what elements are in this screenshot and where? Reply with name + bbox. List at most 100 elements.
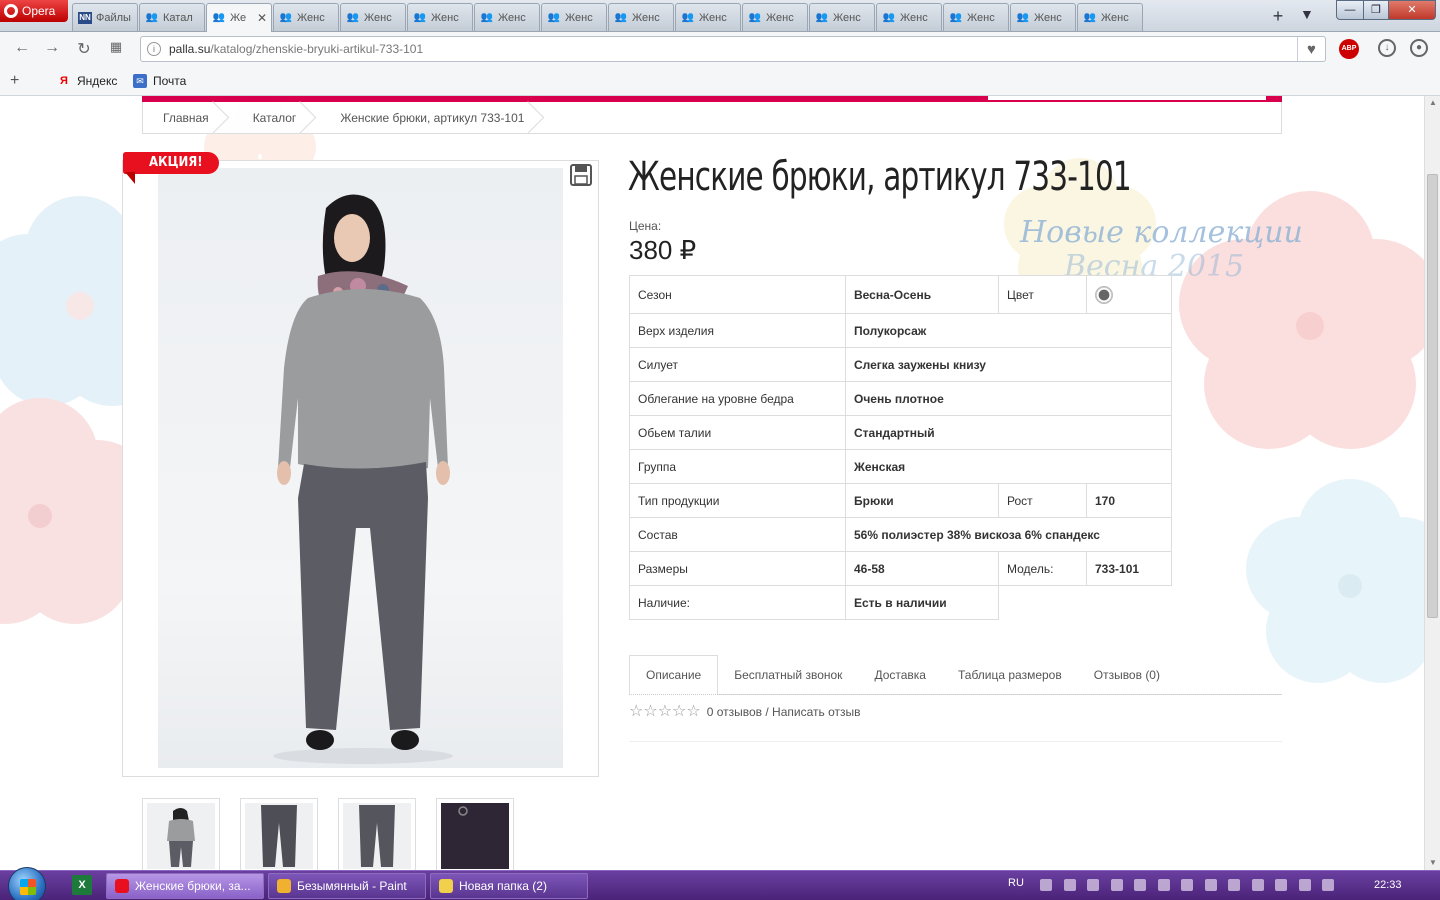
clipboard-icon[interactable]: [1110, 879, 1123, 891]
palla-icon: 👥: [614, 11, 628, 23]
scroll-down-arrow-icon[interactable]: ▼: [1425, 856, 1440, 870]
site-search-field-edge[interactable]: [988, 96, 1266, 100]
star-icon[interactable]: ☆: [629, 703, 643, 720]
rating-stars[interactable]: ☆☆☆☆☆: [629, 704, 701, 720]
excel-pinned-icon[interactable]: X: [72, 875, 92, 895]
taskbar-task-opera[interactable]: Женские брюки, за...: [106, 873, 264, 899]
browser-tab[interactable]: 👥 Женс: [943, 3, 1009, 31]
thumbnail-2[interactable]: [240, 798, 318, 870]
browser-tab[interactable]: NN Файлы: [72, 3, 138, 31]
download-icon[interactable]: ↓: [1378, 39, 1396, 57]
browser-tray-icon[interactable]: [1204, 879, 1217, 891]
volume-icon[interactable]: [1251, 879, 1264, 891]
thumbnail-4[interactable]: [436, 798, 514, 870]
system-clock[interactable]: 22:33: [1374, 879, 1402, 891]
breadcrumb-current[interactable]: Женские брюки, артикул 733-101: [320, 102, 548, 133]
star-icon[interactable]: ☆: [686, 703, 700, 720]
start-button[interactable]: [8, 867, 46, 900]
browser-tab[interactable]: 👥 Женс: [340, 3, 406, 31]
spec-value: Брюки: [845, 483, 999, 518]
signal-icon[interactable]: [1157, 879, 1170, 891]
tab-reviews[interactable]: Отзывов (0): [1078, 655, 1176, 694]
browser-tab[interactable]: 👥 Женс: [474, 3, 540, 31]
product-image-frame: [122, 160, 599, 777]
browser-tab[interactable]: 👥 Женс: [1010, 3, 1076, 31]
windows-taskbar: X Женские брюки, за... Безымянный - Pain…: [0, 867, 1440, 900]
opera-menu-button[interactable]: Opera: [0, 0, 68, 22]
device-icon[interactable]: [1181, 879, 1193, 891]
taskbar-task-paint[interactable]: Безымянный - Paint: [268, 873, 426, 899]
star-icon[interactable]: ☆: [643, 703, 657, 720]
taskbar-task-folder[interactable]: Новая папка (2): [430, 873, 588, 899]
star-icon[interactable]: ☆: [672, 703, 686, 720]
window-maximize-button[interactable]: ❐: [1363, 0, 1389, 20]
product-main-photo[interactable]: [158, 168, 563, 768]
browser-tab[interactable]: 👥 Женс: [407, 3, 473, 31]
tab-delivery[interactable]: Доставка: [858, 655, 942, 694]
heart-bookmark-icon[interactable]: ♥: [1297, 37, 1325, 61]
reviews-link[interactable]: 0 отзывов / Написать отзыв: [707, 705, 861, 719]
mail-alert-icon[interactable]: [1134, 879, 1146, 891]
spec-key: Обьем талии: [629, 415, 846, 450]
tab-size-chart[interactable]: Таблица размеров: [942, 655, 1078, 694]
back-arrow-icon[interactable]: ←: [12, 39, 32, 57]
browser-tab[interactable]: 👥 Женс: [608, 3, 674, 31]
breadcrumb-home[interactable]: Главная: [143, 102, 233, 133]
shield-icon[interactable]: [1087, 879, 1099, 891]
scroll-up-arrow-icon[interactable]: ▲: [1425, 96, 1440, 110]
adblock-plus-icon[interactable]: ABP: [1339, 39, 1359, 59]
network-share-icon[interactable]: [1322, 879, 1334, 891]
tab-menu-icon[interactable]: ▼: [1300, 6, 1314, 22]
browser-tab[interactable]: 👥 Женс: [541, 3, 607, 31]
browser-tab-label: Женс: [364, 11, 392, 24]
browser-tab[interactable]: 👥 Женс: [675, 3, 741, 31]
page-scrollbar[interactable]: ▲ ▼: [1424, 96, 1440, 870]
palla-icon: 👥: [279, 11, 293, 23]
window-close-button[interactable]: ✕: [1388, 0, 1436, 20]
network-icon[interactable]: [1040, 879, 1052, 891]
antivirus-icon[interactable]: [1063, 879, 1076, 891]
browser-tab[interactable]: 👥 Женс: [1077, 3, 1143, 31]
bookmark-yandex[interactable]: Я Яндекс: [57, 74, 117, 88]
tab-description[interactable]: Описание: [629, 655, 719, 695]
language-indicator[interactable]: RU: [1008, 877, 1024, 889]
bookmark-mail[interactable]: ✉ Почта: [133, 74, 186, 88]
spec-key: Размеры: [629, 551, 846, 586]
reload-icon[interactable]: ↻: [74, 39, 94, 59]
speed-dial-grid-icon[interactable]: ▦: [106, 39, 126, 55]
monitor-icon[interactable]: [1275, 879, 1287, 891]
account-icon[interactable]: ●: [1410, 39, 1428, 57]
color-swatch-icon[interactable]: [1095, 285, 1113, 304]
browser-tab[interactable]: 👥 Катал: [139, 3, 205, 31]
divider: [629, 694, 1282, 695]
spec-row-availability: Наличие: Есть в наличии: [629, 585, 1172, 620]
add-bookmark-plus-icon[interactable]: +: [10, 72, 19, 90]
spec-key: Наличие:: [629, 585, 846, 620]
spec-value: Женская: [845, 449, 1172, 484]
breadcrumb-catalog[interactable]: Каталог: [233, 102, 321, 133]
update-icon[interactable]: [1298, 879, 1311, 891]
tab-free-call[interactable]: Бесплатный звонок: [718, 655, 858, 694]
address-bar[interactable]: i palla.su/katalog/zhenskie-bryuki-artik…: [140, 36, 1326, 62]
browser-tab[interactable]: 👥 Женс: [809, 3, 875, 31]
browser-tab[interactable]: 👥 Женс: [876, 3, 942, 31]
thumbnail-3[interactable]: [338, 798, 416, 870]
tab-close-icon[interactable]: ✕: [257, 11, 267, 25]
sale-badge: АКЦИЯ!: [123, 152, 219, 184]
browser-tab[interactable]: 👥 Же ✕: [206, 3, 272, 32]
spec-value: 170: [1086, 483, 1172, 518]
torrent-icon[interactable]: [1228, 879, 1240, 891]
site-info-icon[interactable]: i: [147, 42, 161, 56]
browser-tab-label: Женс: [766, 11, 794, 24]
browser-tab[interactable]: 👥 Женс: [273, 3, 339, 31]
scroll-thumb[interactable]: [1427, 174, 1438, 618]
star-icon[interactable]: ☆: [658, 703, 672, 720]
thumbnail-1[interactable]: [142, 798, 220, 870]
window-minimize-button[interactable]: —: [1336, 0, 1364, 20]
new-tab-plus-icon[interactable]: +: [1268, 6, 1288, 27]
browser-tab[interactable]: 👥 Женс: [742, 3, 808, 31]
forward-arrow-icon[interactable]: →: [42, 39, 62, 57]
spec-row-season: Сезон Весна-Осень Цвет: [629, 275, 1172, 314]
save-floppy-icon[interactable]: [570, 164, 592, 186]
address-url[interactable]: palla.su/katalog/zhenskie-bryuki-artikul…: [169, 42, 423, 56]
